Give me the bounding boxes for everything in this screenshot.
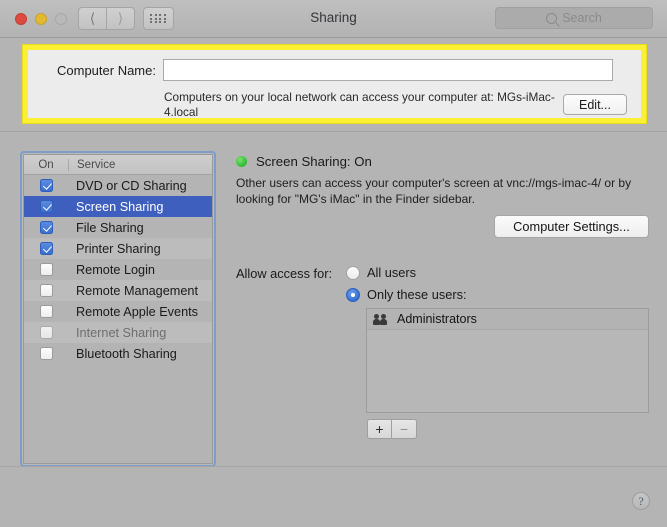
service-checkbox-cell[interactable] [24, 179, 68, 192]
service-row[interactable]: Remote Login [24, 259, 212, 280]
service-row[interactable]: Internet Sharing [24, 322, 212, 343]
remove-user-button[interactable]: − [392, 419, 417, 439]
sharing-preferences-window: ⟨ ⟩ Sharing Search Computer Name: Comput… [0, 0, 667, 527]
list-item-label: Administrators [397, 312, 477, 326]
service-row[interactable]: Remote Management [24, 280, 212, 301]
service-label: Remote Apple Events [76, 304, 199, 319]
checkbox-unchecked-icon[interactable] [39, 347, 53, 360]
service-checkbox-cell[interactable] [24, 200, 68, 213]
service-label: Printer Sharing [76, 241, 161, 256]
service-label: DVD or CD Sharing [76, 178, 187, 193]
add-user-button[interactable]: + [367, 419, 392, 439]
checkbox-checked-icon[interactable] [39, 200, 53, 213]
computer-settings-button[interactable]: Computer Settings... [494, 215, 649, 238]
user-list-controls: + − [367, 419, 417, 439]
list-item[interactable]: Administrators [367, 309, 648, 330]
column-header-service: Service [68, 158, 212, 171]
local-network-note: Computers on your local network can acce… [164, 90, 564, 120]
services-list: On Service DVD or CD Sharing Screen Shari… [23, 154, 213, 464]
checkbox-unchecked-icon[interactable] [39, 284, 53, 297]
column-header-on: On [38, 158, 54, 171]
radio-all-users-indicator [346, 265, 360, 280]
radio-all-users-label: All users [367, 265, 417, 280]
service-row[interactable]: DVD or CD Sharing [24, 175, 212, 196]
service-checkbox-cell[interactable] [24, 305, 68, 318]
service-row[interactable]: File Sharing [24, 217, 212, 238]
checkbox-unchecked-icon[interactable] [39, 305, 53, 318]
service-label: Bluetooth Sharing [76, 346, 177, 361]
help-button[interactable]: ? [632, 492, 650, 510]
service-label: Screen Sharing [76, 199, 164, 214]
radio-only-these-users-label: Only these users: [367, 287, 467, 302]
service-row[interactable]: Printer Sharing [24, 238, 212, 259]
status-label: Screen Sharing: On [256, 154, 372, 169]
allowed-users-list[interactable]: Administrators [366, 308, 649, 413]
service-checkbox-cell[interactable] [24, 284, 68, 297]
edit-hostname-button[interactable]: Edit... [563, 94, 627, 115]
checkbox-checked-icon[interactable] [39, 242, 53, 255]
service-row[interactable]: Remote Apple Events [24, 301, 212, 322]
services-rows-container: DVD or CD Sharing Screen Sharing File Shar… [24, 175, 212, 364]
radio-all-users[interactable]: All users [346, 265, 416, 280]
service-checkbox-cell[interactable] [24, 326, 68, 339]
header-divider [0, 131, 667, 132]
status-indicator-dot [236, 156, 247, 167]
service-label: Remote Management [76, 283, 199, 298]
footer-divider [0, 466, 667, 467]
service-label: Remote Login [76, 262, 155, 277]
service-checkbox-cell[interactable] [24, 263, 68, 276]
service-row[interactable]: Bluetooth Sharing [24, 343, 212, 364]
service-checkbox-cell[interactable] [24, 221, 68, 234]
computer-name-section: Computer Name: Computers on your local n… [28, 50, 641, 120]
service-status: Screen Sharing: On [236, 154, 372, 169]
computer-name-label: Computer Name: [57, 63, 156, 78]
checkbox-checked-icon[interactable] [39, 179, 53, 192]
checkbox-unchecked-icon[interactable] [39, 326, 53, 339]
checkbox-unchecked-icon[interactable] [39, 263, 53, 276]
search-placeholder: Search [562, 11, 602, 25]
services-list-header: On Service [24, 155, 212, 175]
computer-name-input[interactable] [163, 59, 613, 81]
search-field[interactable]: Search [495, 7, 653, 29]
services-list-panel[interactable]: On Service DVD or CD Sharing Screen Shari… [20, 151, 216, 467]
search-icon [546, 12, 558, 24]
group-icon [373, 313, 389, 325]
radio-only-these-users-indicator [346, 287, 360, 302]
service-checkbox-cell[interactable] [24, 347, 68, 360]
service-checkbox-cell[interactable] [24, 242, 68, 255]
window-titlebar: ⟨ ⟩ Sharing Search [0, 0, 667, 38]
allow-access-label: Allow access for: [236, 266, 333, 281]
service-description: Other users can access your computer's s… [236, 176, 632, 206]
computer-name-highlight: Computer Name: Computers on your local n… [22, 44, 647, 124]
service-label: File Sharing [76, 220, 144, 235]
service-label: Internet Sharing [76, 325, 167, 340]
service-row[interactable]: Screen Sharing [24, 196, 212, 217]
checkbox-checked-icon[interactable] [39, 221, 53, 234]
local-network-note-text: Computers on your local network can acce… [164, 90, 555, 119]
radio-only-these-users[interactable]: Only these users: [346, 287, 467, 302]
